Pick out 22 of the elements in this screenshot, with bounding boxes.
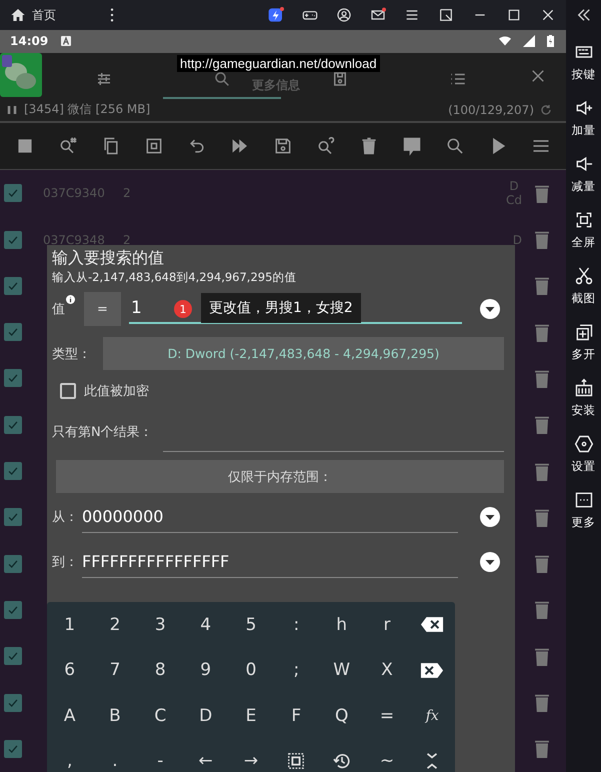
nth-label: 只有第N个结果： [52,424,153,441]
type-text: Cd [506,193,522,208]
value-text: 2 [123,186,131,200]
address-text: 037C9348 [43,232,106,247]
encrypted-label: 此值被加密 [84,383,149,400]
to-label: 到： [52,554,78,571]
value-text: 2 [123,232,131,247]
dialog-title: 输入要搜索的值 [52,247,165,269]
result-count: (100/129,207) [448,102,534,117]
address-text: 037C9340 [43,186,106,200]
step-badge: 1 [174,300,192,318]
type-text: D [512,232,522,247]
clock: 14:09 [10,34,48,48]
process-label: [3454] 微信 [256 MB] [24,101,150,118]
value-label: 值 [52,301,65,318]
type-text: D [509,179,519,194]
from-label: 从： [52,509,78,526]
url-tooltip: http://gameguardian.net/download [177,55,380,72]
hint-tooltip: 更改值，男搜1，女搜2 [201,293,361,323]
tab-hint: 更多信息 [252,76,300,94]
dialog-subtitle: 输入从-2,147,483,648到4,294,967,295的值 [52,269,298,286]
type-label: 类型： [52,346,91,362]
